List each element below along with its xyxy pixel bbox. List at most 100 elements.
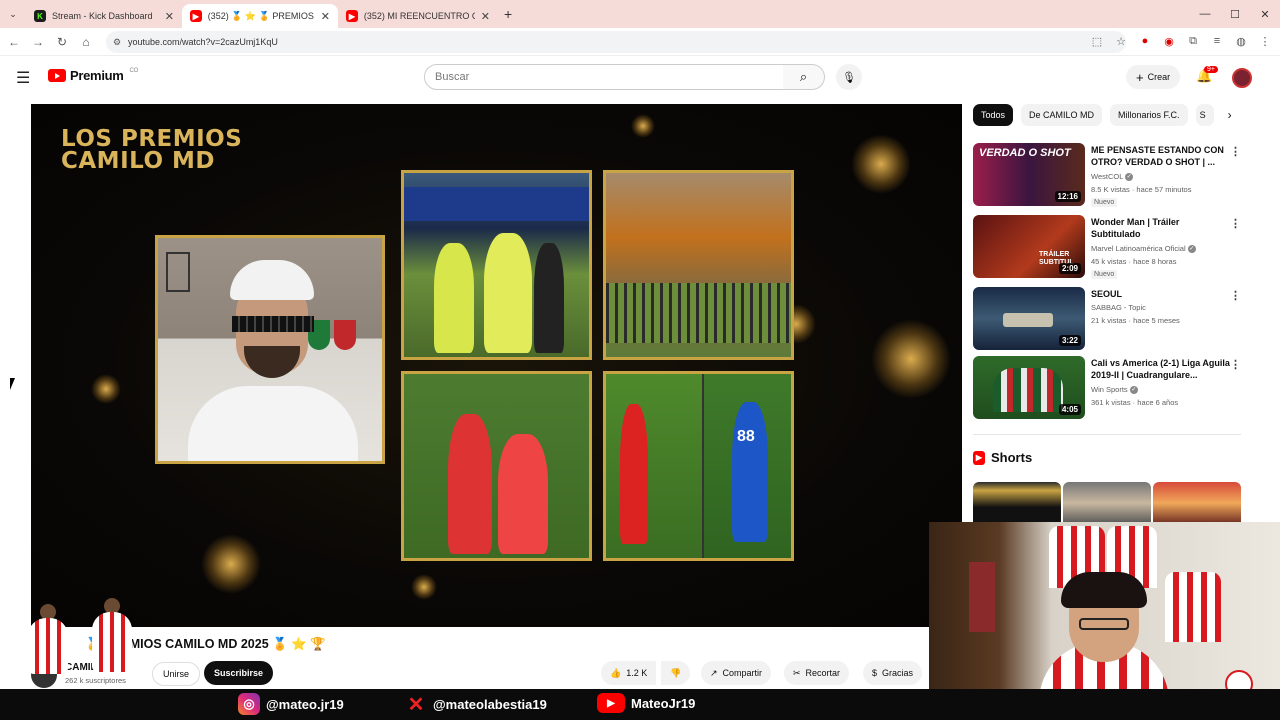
rec-video-2[interactable]: TRÁILER SUBTITUL 2:09 Wonder Man | Tráil… (973, 215, 1243, 279)
install-icon[interactable]: ⬚ (1090, 34, 1104, 48)
share-button[interactable]: ↗ Compartir (701, 661, 772, 685)
voice-search-button[interactable]: 🎙 (836, 64, 862, 90)
instagram-icon: ◎ (238, 693, 260, 715)
search-button[interactable]: ⌕ (783, 64, 825, 90)
x-logo-icon: ✕ (407, 693, 425, 716)
duration-badge: 12:16 (1054, 191, 1081, 202)
window-controls: — ☐ ✕ (1190, 0, 1280, 28)
streamer-headphones (1061, 572, 1147, 608)
tab-kick-dashboard[interactable]: K Stream - Kick Dashboard ✕ (26, 4, 182, 28)
plus-icon: + (1136, 69, 1144, 85)
pixel-sunglasses (232, 316, 314, 332)
url-field[interactable]: ⚙ youtube.com/watch?v=2cazUmj1KqU (106, 31, 1126, 53)
like-count: 1.2 K (626, 668, 648, 678)
close-icon[interactable]: ✕ (165, 10, 174, 23)
forward-icon[interactable]: → (26, 35, 50, 49)
account-avatar[interactable] (1232, 68, 1252, 88)
short-thumbnail-2[interactable] (1063, 482, 1151, 524)
tab-reencuentro[interactable]: ▶ (352) MI REENCUENTRO CON ✕ (338, 4, 498, 28)
more-options-icon[interactable]: ⋮ (1230, 289, 1241, 302)
join-button[interactable]: Unirse (152, 662, 201, 686)
youtube-icon: ▶ (190, 10, 202, 22)
dislike-button[interactable]: 👎 (661, 661, 691, 685)
brand-line-2: CAMILO MD (61, 148, 215, 174)
tab-premios[interactable]: ▶ (352) 🏅 ⭐ 🏅 PREMIOS CAMIL ✕ (182, 4, 338, 28)
browser-tab-bar: ⌄ K Stream - Kick Dashboard ✕ ▶ (352) 🏅 … (0, 0, 1280, 28)
back-icon[interactable]: ← (2, 35, 26, 49)
share-icon: ↗ (710, 667, 718, 678)
players-celebrating (993, 368, 1063, 412)
rec-video-3[interactable]: 3:22 SEOUL SABBAG - Topic 21 k vistas · … (973, 287, 1243, 351)
social-overlay-bar: ◎ @mateo.jr19 ✕ @mateolabestia19 ▶ Mateo… (0, 689, 1280, 720)
rec-meta: 45 k vistas · hace 8 horas (1091, 257, 1177, 266)
chevron-right-icon[interactable]: › (1228, 108, 1232, 122)
short-thumbnail-3[interactable] (1153, 482, 1241, 524)
maximize-icon[interactable]: ☐ (1220, 8, 1250, 21)
rec-video-1[interactable]: VERDAD O SHOT 12:16 ME PENSASTE ESTANDO … (973, 143, 1243, 207)
rec-video-4[interactable]: 4:05 Cali vs America (2-1) Liga Aguila 2… (973, 356, 1243, 420)
chip-todos[interactable]: Todos (973, 104, 1014, 126)
close-icon[interactable]: ✕ (481, 10, 490, 23)
bokeh-light (201, 534, 261, 594)
x-handle: ✕ @mateolabestia19 (405, 693, 547, 716)
short-thumbnail-1[interactable] (973, 482, 1061, 524)
rec-thumbnail[interactable]: VERDAD O SHOT 12:16 (973, 143, 1085, 206)
mouse-cursor-icon (10, 378, 15, 390)
verified-icon: ✓ (1125, 173, 1134, 182)
new-tab-button[interactable]: + (504, 6, 512, 22)
rec-meta: 361 k vistas · hace 6 años (1091, 398, 1179, 407)
clip-button[interactable]: ✂ Recortar (784, 661, 850, 685)
duration-badge: 3:22 (1058, 335, 1081, 346)
chip-de-camilo[interactable]: De CAMILO MD (1021, 104, 1103, 126)
home-icon[interactable]: ⌂ (74, 35, 98, 49)
duration-badge: 4:05 (1058, 404, 1081, 415)
minimize-icon[interactable]: — (1190, 8, 1220, 20)
close-icon[interactable]: ✕ (321, 10, 330, 23)
like-button[interactable]: 👍 1.2 K (601, 661, 657, 685)
search-input[interactable]: Buscar (424, 64, 784, 90)
more-options-icon[interactable]: ⋮ (1230, 217, 1241, 230)
player-blue (732, 402, 768, 542)
chip-millonarios[interactable]: Millonarios F.C. (1110, 104, 1188, 126)
verified-icon: ✓ (1129, 386, 1138, 395)
shorts-heading: ▶ Shorts (973, 450, 1032, 465)
profile-icon[interactable]: ◍ (1234, 34, 1248, 48)
kick-icon: K (34, 10, 46, 22)
car-shape (1003, 313, 1053, 327)
more-options-icon[interactable]: ⋮ (1230, 145, 1241, 158)
bokeh-light (851, 134, 911, 194)
site-info-icon[interactable]: ⚙ (113, 37, 121, 48)
rec-thumbnail[interactable]: 4:05 (973, 356, 1085, 419)
region-code: CO (129, 68, 139, 74)
browser-menu-icon[interactable]: ⋮ (1258, 34, 1272, 48)
police-photo (401, 170, 592, 360)
wall-poster (969, 562, 995, 632)
tab-list-icon[interactable]: ⌄ (0, 9, 26, 20)
opera-icon[interactable]: ◉ (1162, 34, 1176, 48)
rec-thumbnail[interactable]: 3:22 (973, 287, 1085, 350)
player-red (448, 414, 492, 554)
subscribe-button[interactable]: Suscribirse (204, 661, 274, 685)
comparison-left (606, 374, 702, 558)
bookmark-star-icon[interactable]: ☆ (1114, 34, 1128, 48)
adblock-icon[interactable]: ● (1138, 34, 1152, 48)
extensions-icon[interactable]: ⧉ (1186, 34, 1200, 48)
comparison-right: 88 (704, 374, 791, 558)
reload-icon[interactable]: ↻ (50, 35, 74, 49)
mascot-player (92, 612, 132, 672)
hamburger-menu-icon[interactable]: ☰ (16, 68, 30, 88)
media-icon[interactable]: ≡ (1210, 34, 1224, 48)
rec-thumbnail[interactable]: TRÁILER SUBTITUL 2:09 (973, 215, 1085, 278)
video-player[interactable]: LOS PREMIOS CAMILO MD 88 (31, 104, 962, 627)
more-options-icon[interactable]: ⋮ (1230, 358, 1241, 371)
bokeh-light (411, 574, 437, 600)
chip-overflow[interactable]: S (1195, 104, 1214, 126)
close-window-icon[interactable]: ✕ (1250, 8, 1280, 21)
notifications-badge: 9+ (1204, 66, 1218, 73)
youtube-premium-logo[interactable]: Premium CO (48, 68, 138, 83)
thanks-button[interactable]: $ Gracias (863, 661, 923, 685)
pitch-invasion-photo (603, 170, 794, 360)
create-button[interactable]: + Crear (1126, 65, 1181, 89)
rec-channel: SABBAG - Topic (1091, 303, 1146, 312)
rec-channel: Marvel Latinoamérica Oficial ✓ (1091, 244, 1196, 254)
